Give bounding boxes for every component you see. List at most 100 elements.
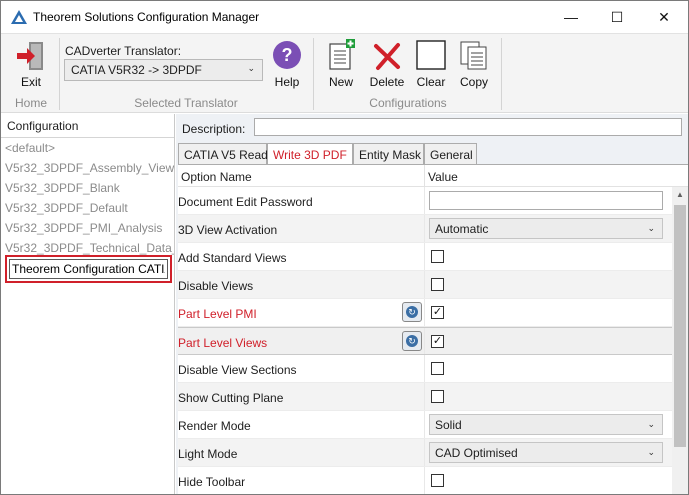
ribbon-separator xyxy=(501,38,502,110)
maximize-button[interactable]: ☐ xyxy=(594,1,640,33)
disable-view-sections-checkbox[interactable] xyxy=(431,362,444,375)
chevron-down-icon: ⌄ xyxy=(647,223,655,233)
grid-header: Option Name Value xyxy=(178,165,688,187)
exit-button[interactable]: Exit xyxy=(9,38,53,92)
vertical-scrollbar[interactable]: ▲ xyxy=(672,187,688,494)
dropdown-value: Automatic xyxy=(435,222,489,236)
config-item[interactable]: V5r32_3DPDF_Assembly_Viewer xyxy=(1,158,174,178)
column-divider xyxy=(424,299,425,326)
config-item[interactable]: V5r32_3DPDF_PMI_Analysis xyxy=(1,218,174,238)
column-divider xyxy=(424,187,425,214)
option-row: Disable Views xyxy=(178,271,672,299)
column-divider xyxy=(424,215,425,242)
reset-default-button[interactable]: ↻ xyxy=(402,331,422,351)
configuration-list-panel: Configuration <default> V5r32_3DPDF_Asse… xyxy=(1,114,175,494)
column-header-value: Value xyxy=(428,170,458,184)
home-group-label: Home xyxy=(14,96,47,110)
tab-catia-v5-read[interactable]: CATIA V5 Read xyxy=(178,143,268,165)
copy-button[interactable]: Copy xyxy=(454,38,494,92)
show-cutting-plane-checkbox[interactable] xyxy=(431,390,444,403)
option-name: Part Level Views xyxy=(178,336,268,350)
column-divider xyxy=(424,165,425,187)
delete-button[interactable]: Delete xyxy=(365,38,409,92)
option-row: Disable View Sections xyxy=(178,355,672,383)
window-title: Theorem Solutions Configuration Manager xyxy=(33,10,260,24)
help-icon: ? xyxy=(273,41,301,69)
refresh-icon: ↻ xyxy=(406,306,418,318)
render-mode-dropdown[interactable]: Solid ⌄ xyxy=(429,414,663,435)
copy-label: Copy xyxy=(459,75,488,89)
copy-icon xyxy=(460,41,487,70)
config-item[interactable]: <default> xyxy=(1,138,174,158)
title-bar: Theorem Solutions Configuration Manager … xyxy=(1,1,688,33)
tab-write-3d-pdf[interactable]: Write 3D PDF xyxy=(267,143,353,166)
part-level-views-checkbox[interactable]: ✓ xyxy=(431,335,444,348)
clear-icon xyxy=(416,40,446,70)
app-logo-icon xyxy=(11,10,27,24)
reset-default-button[interactable]: ↻ xyxy=(402,302,422,322)
chevron-down-icon: ⌄ xyxy=(647,447,655,457)
selected-translator-group-label: Selected Translator xyxy=(134,96,238,110)
part-level-pmi-checkbox[interactable]: ✓ xyxy=(431,306,444,319)
option-name: Render Mode xyxy=(178,419,251,433)
new-label: New xyxy=(328,75,353,89)
new-document-icon xyxy=(329,39,355,70)
translator-value: CATIA V5R32 -> 3DPDF xyxy=(71,63,202,77)
ribbon: Exit Home CADverter Translator: CATIA V5… xyxy=(1,33,688,113)
dropdown-value: Solid xyxy=(435,418,462,432)
column-divider xyxy=(424,411,425,438)
settings-panel: Description: CATIA V5 Read Write 3D PDF … xyxy=(176,114,688,494)
scrollbar-thumb[interactable] xyxy=(674,205,686,447)
tab-entity-mask[interactable]: Entity Mask xyxy=(353,143,424,165)
clear-button[interactable]: Clear xyxy=(411,38,451,92)
column-divider xyxy=(424,467,425,494)
exit-door-icon xyxy=(17,42,43,70)
exit-label: Exit xyxy=(20,75,41,89)
close-button[interactable]: ✕ xyxy=(641,1,687,33)
disable-views-checkbox[interactable] xyxy=(431,278,444,291)
column-divider xyxy=(424,271,425,298)
svg-text:?: ? xyxy=(282,45,293,65)
new-button[interactable]: New xyxy=(321,38,361,92)
tab-general[interactable]: General xyxy=(424,143,477,165)
translator-dropdown[interactable]: CATIA V5R32 -> 3DPDF ⌄ xyxy=(64,59,263,81)
option-row: 3D View Activation Automatic ⌄ xyxy=(178,215,672,243)
option-row: Part Level Views ↻ ✓ xyxy=(178,327,672,355)
option-name: Disable View Sections xyxy=(178,363,297,377)
help-button[interactable]: ? Help xyxy=(267,38,307,92)
option-row: Show Cutting Plane xyxy=(178,383,672,411)
document-edit-password-input[interactable] xyxy=(429,191,663,210)
new-config-name-input[interactable] xyxy=(9,259,168,279)
configuration-header: Configuration xyxy=(1,114,174,138)
new-config-highlight xyxy=(5,255,172,283)
config-item[interactable]: V5r32_3DPDF_Default xyxy=(1,198,174,218)
option-name: Show Cutting Plane xyxy=(178,391,284,405)
delete-icon xyxy=(374,43,400,70)
option-row: Document Edit Password xyxy=(178,187,672,215)
option-row: Light Mode CAD Optimised ⌄ xyxy=(178,439,672,467)
delete-label: Delete xyxy=(369,75,405,89)
column-header-option-name: Option Name xyxy=(181,170,252,184)
description-input[interactable] xyxy=(254,118,682,136)
light-mode-dropdown[interactable]: CAD Optimised ⌄ xyxy=(429,442,663,463)
column-divider xyxy=(424,243,425,270)
3d-view-activation-dropdown[interactable]: Automatic ⌄ xyxy=(429,218,663,239)
chevron-down-icon: ⌄ xyxy=(247,63,255,73)
scroll-up-icon[interactable]: ▲ xyxy=(672,187,688,203)
app-window: Theorem Solutions Configuration Manager … xyxy=(0,0,689,495)
option-row: Part Level PMI ↻ ✓ xyxy=(178,299,672,327)
option-name: Document Edit Password xyxy=(178,195,313,209)
option-name: 3D View Activation xyxy=(178,223,278,237)
hide-toolbar-checkbox[interactable] xyxy=(431,474,444,487)
options-grid: Option Name Value Document Edit Password… xyxy=(178,164,688,494)
option-name: Disable Views xyxy=(178,279,254,293)
add-standard-views-checkbox[interactable] xyxy=(431,250,444,263)
minimize-button[interactable]: — xyxy=(548,1,594,33)
ribbon-separator xyxy=(59,38,60,110)
description-label: Description: xyxy=(182,122,246,136)
option-name: Add Standard Views xyxy=(178,251,287,265)
config-item[interactable]: V5r32_3DPDF_Blank xyxy=(1,178,174,198)
dropdown-value: CAD Optimised xyxy=(435,446,518,460)
refresh-icon: ↻ xyxy=(406,335,418,347)
option-row: Render Mode Solid ⌄ xyxy=(178,411,672,439)
